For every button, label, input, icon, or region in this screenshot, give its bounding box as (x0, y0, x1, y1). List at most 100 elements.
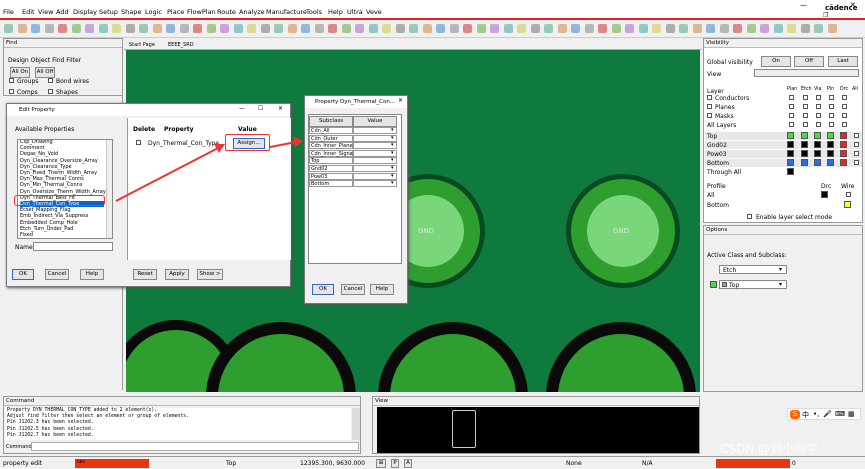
visibility-toggle[interactable] (816, 104, 821, 109)
visibility-on-button[interactable]: On (761, 56, 791, 67)
subclass-row-label: Top (309, 157, 353, 165)
command-title: Command (4, 397, 360, 406)
profile-bottom-wire-swatch[interactable] (844, 201, 851, 208)
subclass-dropdown[interactable]: Top ▾ (719, 280, 787, 289)
layer-color-swatch[interactable] (840, 132, 847, 139)
visibility-toggle[interactable] (829, 122, 834, 127)
command-window: Command Property DYN_THERMAL_CON_TYPE ad… (3, 396, 361, 454)
visibility-group-label: Planes (715, 104, 735, 111)
layer-color-swatch[interactable] (840, 141, 847, 148)
visibility-toggle[interactable] (816, 113, 821, 118)
visibility-toggle[interactable] (829, 95, 834, 100)
layer-all-checkbox[interactable] (854, 133, 859, 138)
world-view-canvas[interactable] (377, 407, 699, 453)
grid-icon[interactable]: ▦ (848, 410, 855, 418)
cancel-button[interactable]: Cancel (341, 284, 365, 295)
visibility-col-header: Pin (827, 87, 835, 92)
visibility-group-label: Masks (715, 113, 734, 120)
visibility-last-button[interactable]: Last (828, 56, 858, 67)
layer-color-swatch[interactable] (814, 132, 821, 139)
layer-color-swatch[interactable] (801, 132, 808, 139)
status-a-button[interactable]: A (404, 459, 412, 468)
layer-color-swatch[interactable] (787, 132, 794, 139)
status-grid-button[interactable]: ⊞ (376, 459, 386, 468)
ok-button[interactable]: OK (312, 284, 334, 295)
layer-all-checkbox[interactable] (854, 160, 859, 165)
subclass-row-label: Pow03 (309, 172, 353, 180)
layer-color-swatch[interactable] (814, 141, 821, 148)
layer-color-swatch[interactable] (801, 150, 808, 157)
command-scrollbar[interactable] (352, 408, 360, 440)
help-button[interactable]: Help (370, 284, 394, 295)
visibility-toggle[interactable] (789, 95, 794, 100)
layer-color-swatch[interactable] (840, 159, 847, 166)
visibility-off-button[interactable]: Off (794, 56, 824, 67)
visibility-toggle[interactable] (803, 113, 808, 118)
chevron-down-icon: ▾ (391, 142, 394, 149)
visibility-toggle[interactable] (842, 122, 847, 127)
visibility-group-checkbox[interactable] (707, 95, 712, 100)
ime-lang-icon[interactable]: 中 (802, 410, 809, 420)
status-p-button[interactable]: P (391, 459, 399, 468)
view-window-rect[interactable] (452, 410, 476, 448)
visibility-toggle[interactable] (789, 113, 794, 118)
subclass-row-label: Bottom (309, 180, 353, 188)
visibility-toggle[interactable] (816, 95, 821, 100)
chevron-down-icon: ▾ (391, 172, 394, 179)
visibility-col-header: All (852, 87, 858, 92)
profile-all-drc-swatch[interactable] (821, 191, 828, 198)
layer-color-swatch[interactable] (827, 141, 834, 148)
visibility-group-checkbox[interactable] (707, 113, 712, 118)
visibility-col-header: Drc (840, 87, 849, 92)
active-class-label: Active Class and Subclass: (707, 252, 787, 259)
layer-row (705, 132, 862, 140)
layer-color-swatch[interactable] (801, 159, 808, 166)
layer-all-checkbox[interactable] (854, 151, 859, 156)
layer-color-swatch[interactable] (827, 150, 834, 157)
layer-color-swatch[interactable] (827, 159, 834, 166)
enable-layer-select-checkbox[interactable] (747, 214, 752, 219)
layer-color-swatch[interactable] (787, 150, 794, 157)
layer-row (705, 141, 862, 149)
mic-icon[interactable]: 🎤 (823, 410, 832, 418)
visibility-toggle[interactable] (829, 113, 834, 118)
chevron-down-icon: ▾ (779, 266, 783, 273)
sogou-icon[interactable]: S (790, 410, 800, 419)
visibility-toggle[interactable] (803, 122, 808, 127)
visibility-toggle[interactable] (829, 104, 834, 109)
layer-label: Gnd02 (707, 142, 727, 149)
layer-color-swatch[interactable] (814, 150, 821, 157)
command-log: Property DYN_THERMAL_CON_TYPE added to 2… (5, 408, 351, 440)
layer-all-checkbox[interactable] (854, 142, 859, 147)
class-dropdown[interactable]: Etch ▾ (719, 265, 787, 274)
visibility-toggle[interactable] (789, 104, 794, 109)
layer-color-swatch[interactable] (840, 150, 847, 157)
punctuation-icon[interactable]: •, (813, 410, 819, 418)
layer-label: Bottom (707, 160, 730, 167)
view-dropdown[interactable] (754, 69, 859, 77)
visibility-group-checkbox[interactable] (707, 104, 712, 109)
command-input[interactable] (31, 442, 359, 451)
layer-color-swatch[interactable] (787, 141, 794, 148)
layer-color-swatch[interactable] (827, 132, 834, 139)
layer-color-swatch[interactable] (787, 159, 794, 166)
log-line: Pin J1202.7 has been selected. (7, 432, 94, 438)
layer-color-swatch[interactable] (801, 141, 808, 148)
visibility-toggle[interactable] (842, 95, 847, 100)
visibility-toggle[interactable] (789, 122, 794, 127)
keyboard-icon[interactable]: ⌨ (835, 410, 845, 418)
visibility-toggle[interactable] (842, 113, 847, 118)
subclass-row-label: Cdn_Inner_Signal (309, 149, 355, 157)
close-icon[interactable]: ✕ (398, 97, 403, 104)
chevron-down-icon: ▾ (391, 165, 394, 171)
wire-label: Wire (841, 183, 855, 190)
visibility-toggle[interactable] (842, 104, 847, 109)
visibility-toggle[interactable] (803, 95, 808, 100)
visibility-toggle[interactable] (816, 122, 821, 127)
layer-color-swatch[interactable] (787, 168, 794, 175)
visibility-toggle[interactable] (803, 104, 808, 109)
class-dropdown-value: Etch (723, 267, 737, 274)
status-mode: property edit (3, 460, 43, 467)
layer-color-swatch[interactable] (814, 159, 821, 166)
profile-all-wire-checkbox[interactable] (846, 192, 851, 197)
